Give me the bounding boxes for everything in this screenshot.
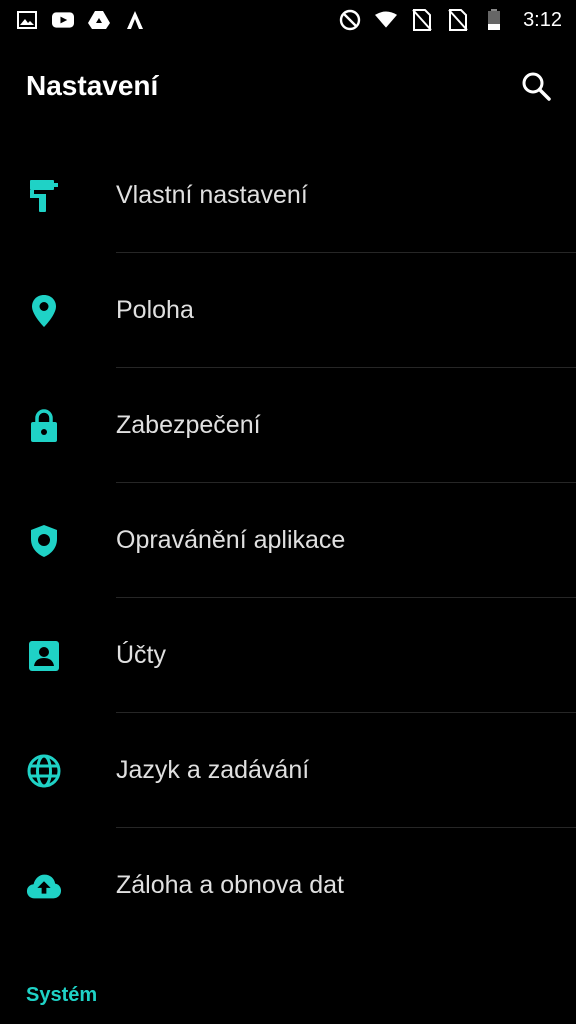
search-button[interactable] (516, 66, 556, 106)
app-toolbar: Nastavení (0, 54, 576, 118)
status-bar-time: 3:12 (523, 8, 562, 31)
settings-item-location[interactable]: Poloha (0, 253, 576, 368)
account-box-icon (26, 638, 62, 674)
settings-item-label: Jazyk a zadávání (116, 756, 310, 784)
settings-item-backup-reset[interactable]: Záloha a obnova dat (0, 828, 576, 943)
wifi-icon (375, 9, 398, 31)
section-header-system: Systém (26, 984, 98, 1006)
settings-item-label: Zabezpečení (116, 411, 261, 439)
no-sim-icon (447, 9, 469, 31)
do-not-disturb-icon (339, 9, 361, 31)
settings-item-language-input[interactable]: Jazyk a zadávání (0, 713, 576, 828)
no-sim-icon (411, 9, 433, 31)
globe-icon (26, 753, 62, 789)
status-bar: 3:12 (0, 0, 576, 40)
status-bar-notifications (16, 9, 146, 31)
settings-item-security[interactable]: Zabezpečení (0, 368, 576, 483)
settings-item-app-permissions[interactable]: Opravánění aplikace (0, 483, 576, 598)
page-title: Nastavení (26, 70, 159, 101)
shield-icon (26, 523, 62, 559)
autodesk-icon (124, 9, 146, 31)
settings-item-label: Poloha (116, 296, 194, 324)
settings-list: Vlastní nastavení Poloha Zabezpečení Opr… (0, 138, 576, 943)
paint-roller-icon (26, 178, 62, 214)
settings-item-label: Opravánění aplikace (116, 526, 346, 554)
image-icon (16, 9, 38, 31)
settings-item-accounts[interactable]: Účty (0, 598, 576, 713)
drive-icon (88, 9, 110, 31)
settings-item-label: Záloha a obnova dat (116, 871, 344, 899)
settings-item-label: Vlastní nastavení (116, 181, 308, 209)
lock-icon (26, 408, 62, 444)
location-pin-icon (26, 293, 62, 329)
settings-item-customization[interactable]: Vlastní nastavení (0, 138, 576, 253)
cloud-upload-icon (26, 868, 62, 904)
battery-icon (483, 9, 505, 31)
status-bar-system: 3:12 (339, 9, 562, 32)
search-icon (522, 72, 551, 101)
youtube-icon (52, 9, 74, 31)
settings-item-label: Účty (116, 641, 166, 669)
